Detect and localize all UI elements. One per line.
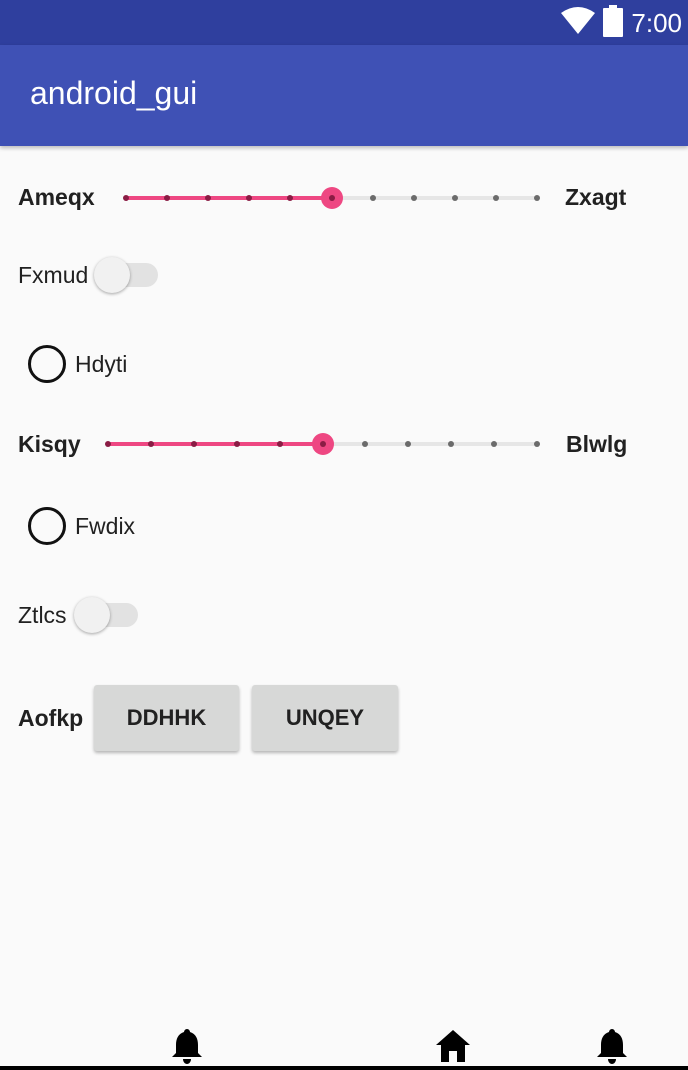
slider-2-right-label: Blwlg (566, 431, 628, 457)
app-bar: android_gui (0, 45, 688, 146)
slider-1-left-label: Ameqx (18, 184, 95, 210)
slider-tick (205, 195, 212, 201)
slider-thumb[interactable] (311, 433, 334, 455)
battery-icon (603, 4, 624, 42)
slider-tick (410, 195, 417, 201)
app-title: android_gui (30, 75, 198, 111)
radio-2-label[interactable]: Fwdix (75, 513, 135, 540)
ddhhk-button[interactable]: DDHHK (94, 685, 239, 751)
slider-fill (126, 196, 332, 200)
slider-tick (233, 441, 240, 447)
slider-tick (276, 441, 283, 447)
switch-thumb (74, 597, 110, 633)
slider-2[interactable] (105, 429, 540, 459)
slider-thumb[interactable] (320, 187, 343, 209)
slider-2-left-label: Kisqy (18, 431, 81, 457)
slider-tick (491, 441, 498, 447)
slider-tick (246, 195, 253, 201)
switch-thumb (94, 257, 130, 293)
home-icon[interactable] (435, 1028, 471, 1067)
slider-tick (405, 441, 412, 447)
slider-tick (369, 195, 376, 201)
navigation-bar (0, 1024, 688, 1070)
switch-1-label: Fxmud (18, 262, 89, 288)
status-bar: 7:00 (0, 0, 688, 45)
slider-tick (534, 195, 540, 201)
slider-tick (362, 441, 369, 447)
slider-tick (448, 441, 455, 447)
switch-2-label: Ztlcs (18, 602, 67, 628)
radio-1-button[interactable] (28, 345, 66, 383)
bell-icon[interactable] (171, 1028, 203, 1069)
wifi-icon (561, 6, 596, 40)
slider-1-right-label: Zxagt (565, 184, 627, 210)
radio-2-button[interactable] (28, 507, 66, 545)
slider-fill (108, 442, 323, 446)
slider-1[interactable] (123, 183, 540, 213)
slider-tick (147, 441, 154, 447)
slider-tick (164, 195, 171, 201)
bell-icon[interactable] (596, 1028, 628, 1069)
slider-tick (492, 195, 499, 201)
slider-tick (105, 441, 111, 447)
switch-1-toggle[interactable] (94, 255, 160, 295)
slider-tick (190, 441, 197, 447)
slider-tick (123, 195, 129, 201)
radio-1-label[interactable]: Hdyti (75, 351, 127, 378)
slider-tick (287, 195, 294, 201)
slider-tick (534, 441, 540, 447)
status-icons: 7:00 (561, 4, 682, 42)
unqey-button[interactable]: UNQEY (252, 685, 398, 751)
slider-tick (451, 195, 458, 201)
switch-2-toggle[interactable] (74, 595, 140, 635)
status-clock: 7:00 (631, 7, 682, 38)
button-row-label: Aofkp (18, 705, 84, 731)
